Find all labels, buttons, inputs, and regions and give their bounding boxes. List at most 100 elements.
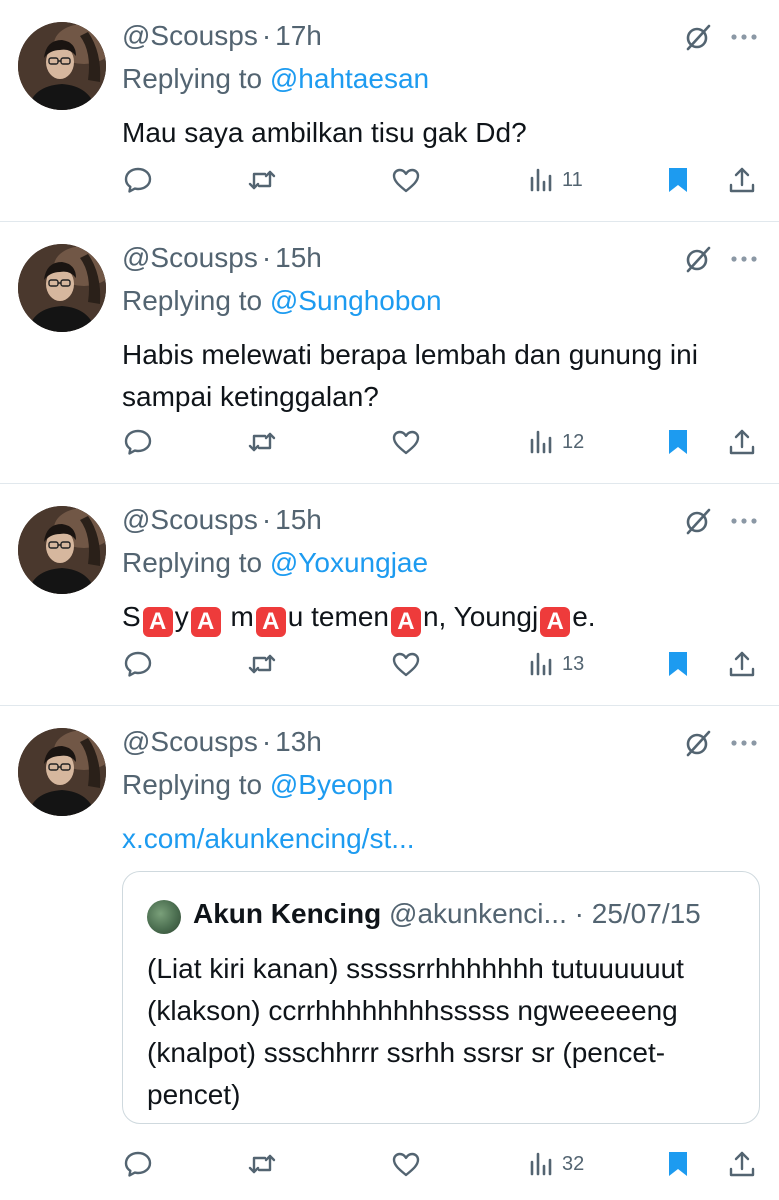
more-icon[interactable] <box>728 22 760 52</box>
like-button[interactable] <box>390 424 422 460</box>
replying-label: Replying to <box>122 769 263 800</box>
tweet-text: SAyA mAu temen An, Youngj Ae. <box>122 596 762 638</box>
text-fragment: m <box>230 601 254 632</box>
timestamp[interactable]: 15h <box>275 504 322 536</box>
mention-link[interactable]: @Byeopn <box>270 769 393 800</box>
tweet[interactable]: @Scousps · 15h Replying to @Yoxungjae S A… <box>0 484 779 706</box>
more-icon[interactable] <box>728 728 760 758</box>
like-icon <box>390 1148 422 1180</box>
retweet-button[interactable] <box>246 646 278 682</box>
reply-button[interactable] <box>122 1146 154 1182</box>
bookmark-button[interactable] <box>662 424 694 460</box>
retweet-button[interactable] <box>246 162 278 198</box>
tweet[interactable]: @Scousps · 15h Replying to @Sunghobon Ha… <box>0 222 779 484</box>
grok-icon[interactable] <box>683 244 713 274</box>
timestamp[interactable]: 15h <box>275 242 322 274</box>
views-icon <box>526 164 558 196</box>
views-button[interactable]: 12 <box>526 424 584 460</box>
views-icon <box>526 426 558 458</box>
mention-link[interactable]: @hahtaesan <box>270 63 429 94</box>
retweet-button[interactable] <box>246 424 278 460</box>
share-icon <box>726 648 758 680</box>
views-button[interactable]: 13 <box>526 646 584 682</box>
more-icon[interactable] <box>728 244 760 274</box>
action-bar: 32 <box>122 1146 762 1182</box>
share-icon <box>726 164 758 196</box>
like-button[interactable] <box>390 646 422 682</box>
tweet[interactable]: @Scousps · 17h Replying to @hahtaesan Ma… <box>0 0 779 222</box>
bookmark-button[interactable] <box>662 1146 694 1182</box>
like-icon <box>390 648 422 680</box>
tweet-header: @Scousps · 15h <box>122 242 322 274</box>
action-bar: 11 <box>122 162 762 198</box>
share-button[interactable] <box>726 1146 758 1182</box>
bookmark-button[interactable] <box>662 646 694 682</box>
views-icon <box>526 1148 558 1180</box>
views-button[interactable]: 32 <box>526 1146 584 1182</box>
user-handle[interactable]: @Scousps <box>122 242 258 274</box>
reply-button[interactable] <box>122 646 154 682</box>
mention-link[interactable]: @Yoxungjae <box>270 547 428 578</box>
separator-dot: · <box>261 726 272 757</box>
action-bar: 13 <box>122 646 762 682</box>
separator-dot: · <box>261 504 272 535</box>
quoted-avatar <box>147 900 181 934</box>
quoted-date: 25/07/15 <box>591 898 701 929</box>
bookmark-icon <box>662 1148 694 1180</box>
views-count: 12 <box>562 430 585 453</box>
separator-dot: · <box>574 898 584 929</box>
bookmark-button[interactable] <box>662 162 694 198</box>
grok-icon[interactable] <box>683 728 713 758</box>
avatar[interactable] <box>18 506 106 594</box>
reply-icon <box>122 164 154 196</box>
tweet-link[interactable]: x.com/akunkencing/st... <box>122 818 762 860</box>
replying-label: Replying to <box>122 547 263 578</box>
avatar[interactable] <box>18 22 106 110</box>
red-a-emoji: A <box>190 607 221 637</box>
user-handle[interactable]: @Scousps <box>122 726 258 758</box>
share-icon <box>726 426 758 458</box>
quoted-tweet[interactable]: Akun Kencing @akunkenci... · 25/07/15 (L… <box>122 871 760 1124</box>
like-button[interactable] <box>390 1146 422 1182</box>
quoted-name: Akun Kencing <box>193 898 382 929</box>
timestamp[interactable]: 13h <box>275 726 322 758</box>
red-a-emoji: A <box>255 607 286 637</box>
retweet-icon <box>246 648 278 680</box>
text-fragment: S <box>122 601 141 632</box>
mention-link[interactable]: @Sunghobon <box>270 285 442 316</box>
tweet-text: Mau saya ambilkan tisu gak Dd? <box>122 117 527 148</box>
like-button[interactable] <box>390 162 422 198</box>
reply-icon <box>122 426 154 458</box>
replying-to: Replying to @Yoxungjae <box>122 547 428 579</box>
grok-icon[interactable] <box>683 22 713 52</box>
share-button[interactable] <box>726 646 758 682</box>
more-icon[interactable] <box>728 506 760 536</box>
timestamp[interactable]: 17h <box>275 20 322 52</box>
reply-button[interactable] <box>122 424 154 460</box>
tweet-header: @Scousps · 15h <box>122 504 322 536</box>
text-fragment: n, Youngj <box>422 601 539 632</box>
retweet-icon <box>246 164 278 196</box>
views-icon <box>526 648 558 680</box>
grok-icon[interactable] <box>683 506 713 536</box>
share-button[interactable] <box>726 162 758 198</box>
bookmark-icon <box>662 164 694 196</box>
views-button[interactable]: 11 <box>526 162 583 198</box>
user-handle[interactable]: @Scousps <box>122 504 258 536</box>
text-fragment: y <box>174 601 189 632</box>
share-icon <box>726 1148 758 1180</box>
quoted-handle: @akunkenci... <box>389 898 567 929</box>
share-button[interactable] <box>726 424 758 460</box>
avatar[interactable] <box>18 728 106 816</box>
bookmark-icon <box>662 426 694 458</box>
user-handle[interactable]: @Scousps <box>122 20 258 52</box>
replying-to: Replying to @hahtaesan <box>122 63 429 95</box>
avatar[interactable] <box>18 244 106 332</box>
views-count: 13 <box>562 652 585 675</box>
views-count: 32 <box>562 1152 585 1175</box>
like-icon <box>390 164 422 196</box>
retweet-button[interactable] <box>246 1146 278 1182</box>
text-fragment: u temen <box>287 601 389 632</box>
red-a-emoji: A <box>540 607 571 637</box>
reply-button[interactable] <box>122 162 154 198</box>
